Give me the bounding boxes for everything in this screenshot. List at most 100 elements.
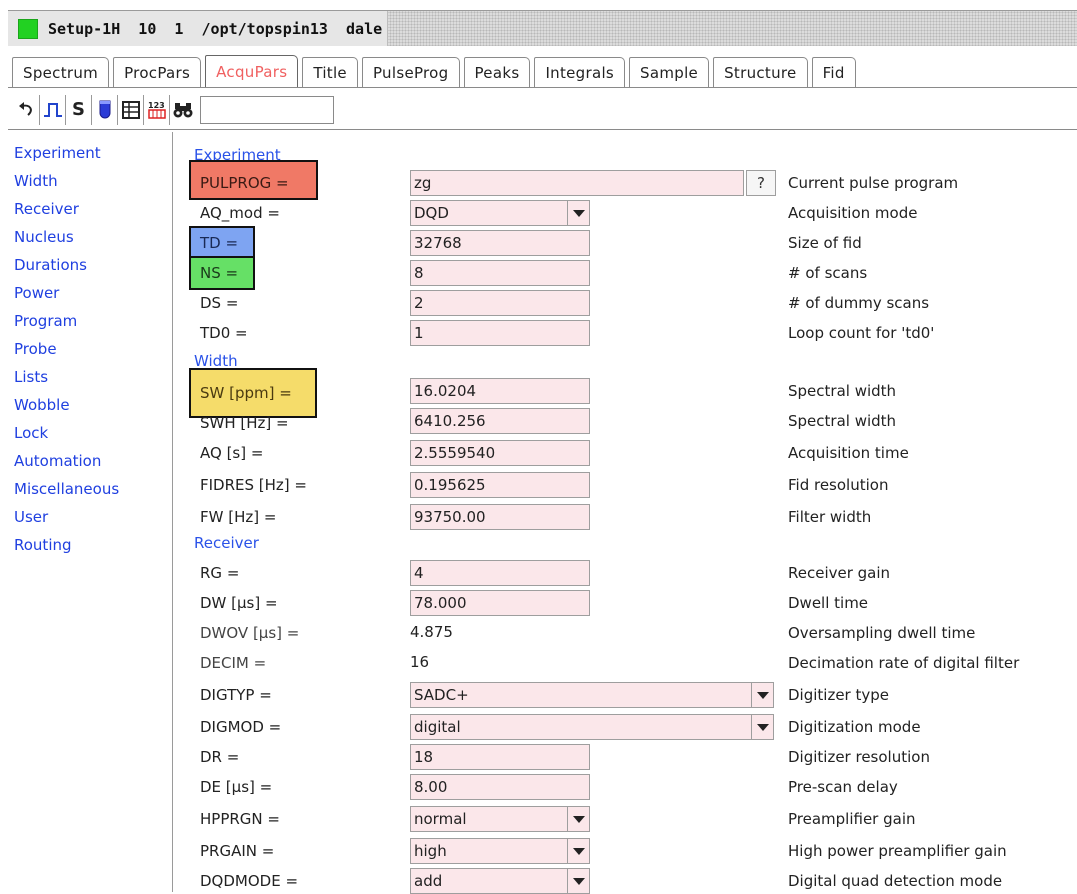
window-title: Setup-1H 10 1 /opt/topspin13 dale [48,19,383,38]
tab-integrals[interactable]: Integrals [534,57,626,87]
nav-item-nucleus[interactable]: Nucleus [14,228,74,246]
param-label-td: TD = [200,234,239,252]
digtyp-select[interactable]: SADC+ [410,682,774,708]
nav-item-durations[interactable]: Durations [14,256,87,274]
tab-label: Sample [640,63,699,82]
td0-field[interactable]: 1 [410,320,590,346]
probe-button[interactable] [92,94,118,125]
tab-label: Title [313,63,347,82]
param-desc-dwov: Oversampling dwell time [788,624,976,642]
dwov-value: 4.875 [410,623,453,641]
numbers-icon: 123 [148,101,166,119]
param-label-digtyp: DIGTYP = [200,686,272,704]
tab-label: Integrals [545,63,615,82]
nav-item-lock[interactable]: Lock [14,424,48,442]
chevron-down-icon[interactable] [567,839,589,863]
param-desc-swh: Spectral width [788,412,897,430]
nav-item-probe[interactable]: Probe [14,340,57,358]
chevron-down-icon[interactable] [567,807,589,831]
undo-button[interactable] [14,94,40,125]
tab-procpars[interactable]: ProcPars [113,57,202,87]
pulprog-field[interactable]: zg [410,170,744,196]
param-desc-td: Size of fid [788,234,862,252]
undo-icon [18,101,32,116]
tab-label: PulseProg [372,63,449,82]
svg-text:123: 123 [148,101,165,110]
nav-item-program[interactable]: Program [14,312,77,330]
pulprog-help-button[interactable]: ? [746,170,776,196]
tab-spectrum[interactable]: Spectrum [12,57,110,87]
ns-field[interactable]: 8 [410,260,590,286]
param-label-dr: DR = [200,748,240,766]
dw-field[interactable]: 78.000 [410,590,590,616]
tab-peaks[interactable]: Peaks [463,57,531,87]
section-receiver: Receiver [194,534,259,552]
s-button[interactable]: S [66,94,92,125]
search-button[interactable] [170,95,196,125]
tab-sample[interactable]: Sample [629,57,710,87]
pulse-button[interactable] [40,94,66,125]
prgain-select[interactable]: high [410,838,590,864]
tab-label: ProcPars [124,63,191,82]
digmod-select[interactable]: digital [410,714,774,740]
tab-label: Spectrum [23,63,99,82]
table-button[interactable] [118,94,144,125]
dr-field[interactable]: 18 [410,744,590,770]
param-label-dw: DW [µs] = [200,594,278,612]
de-field[interactable]: 8.00 [410,774,590,800]
fidres-field[interactable]: 0.195625 [410,472,590,498]
sw-field[interactable]: 16.0204 [410,378,590,404]
param-label-pulprog: PULPROG = [200,174,289,192]
nav-item-miscellaneous[interactable]: Miscellaneous [14,480,119,498]
fw-field[interactable]: 93750.00 [410,504,590,530]
s-icon: S [72,99,85,120]
nav-item-width[interactable]: Width [14,172,58,190]
aq-mod-select[interactable]: DQD [410,200,590,226]
nav-item-wobble[interactable]: Wobble [14,396,70,414]
tab-fid[interactable]: Fid [811,57,856,87]
aq-mod-value: DQD [414,204,449,222]
tab-bar: Spectrum ProcPars AcquPars Title PulsePr… [8,55,1077,88]
param-label-swh: SWH [Hz] = [200,414,289,432]
param-desc-decim: Decimation rate of digital filter [788,654,1020,672]
tab-label: Peaks [474,63,520,82]
tab-structure[interactable]: Structure [713,57,808,87]
toolbar: S 123 [8,90,1077,130]
nav-item-automation[interactable]: Automation [14,452,101,470]
param-desc-digtyp: Digitizer type [788,686,890,704]
nav-item-lists[interactable]: Lists [14,368,48,386]
chevron-down-icon[interactable] [751,683,773,707]
swh-field[interactable]: 6410.256 [410,408,590,434]
numbers-button[interactable]: 123 [144,94,170,125]
nav-item-power[interactable]: Power [14,284,59,302]
nav-item-user[interactable]: User [14,508,48,526]
tab-label: AcquPars [216,62,288,81]
param-label-fw: FW [Hz] = [200,508,277,526]
nav-item-receiver[interactable]: Receiver [14,200,79,218]
nav-item-routing[interactable]: Routing [14,536,72,554]
aq-field[interactable]: 2.5559540 [410,440,590,466]
ds-field[interactable]: 2 [410,290,590,316]
rg-field[interactable]: 4 [410,560,590,586]
chevron-down-icon[interactable] [751,715,773,739]
param-desc-fidres: Fid resolution [788,476,889,494]
tab-acqupars[interactable]: AcquPars [205,55,299,87]
search-input[interactable] [200,95,334,124]
nav-item-experiment[interactable]: Experiment [14,144,101,162]
chevron-down-icon[interactable] [567,201,589,225]
tab-title[interactable]: Title [302,57,358,87]
chevron-down-icon[interactable] [567,869,589,893]
param-label-decim: DECIM = [200,654,267,672]
param-desc-dr: Digitizer resolution [788,748,930,766]
binoculars-icon [173,102,193,117]
param-desc-ns: # of scans [788,264,868,282]
prgain-value: high [414,842,447,860]
tab-label: Fid [822,63,845,82]
dqdmode-select[interactable]: add [410,868,590,894]
tab-pulseprog[interactable]: PulseProg [361,57,460,87]
param-desc-hpprgn: Preamplifier gain [788,810,916,828]
param-desc-pulprog: Current pulse program [788,174,959,192]
param-desc-sw: Spectral width [788,382,897,400]
hpprgn-select[interactable]: normal [410,806,590,832]
td-field[interactable]: 32768 [410,230,590,256]
